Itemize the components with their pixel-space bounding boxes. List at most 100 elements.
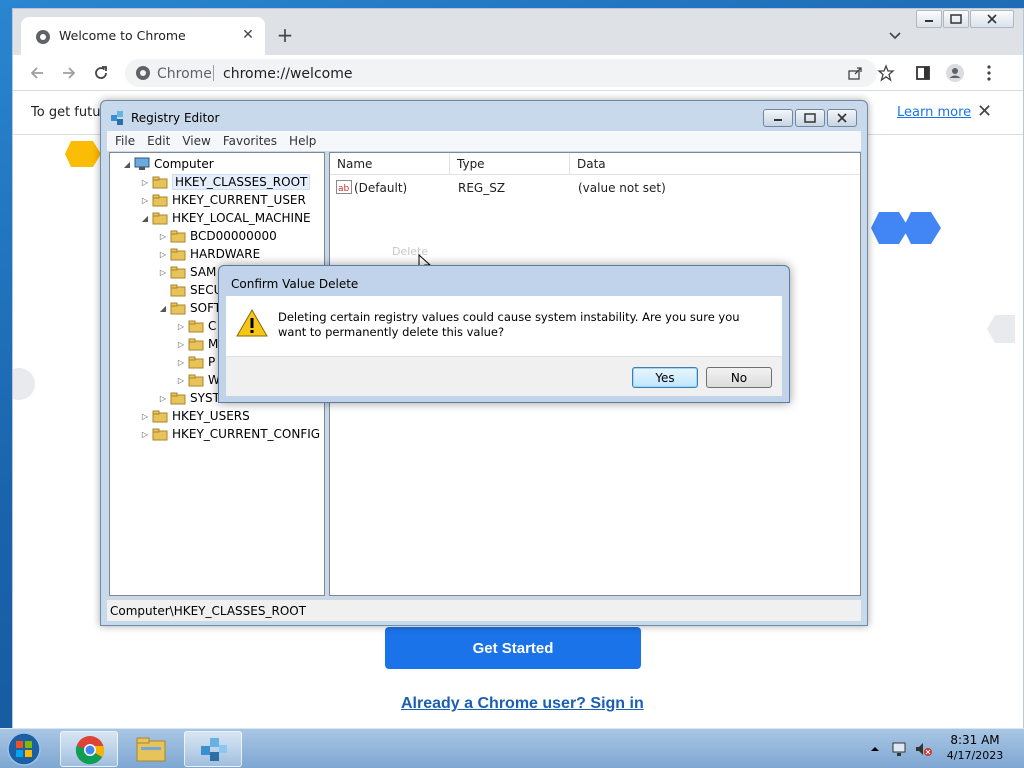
decorative-shape-gray-icon: [987, 315, 1015, 343]
minimize-button[interactable]: [916, 10, 942, 28]
close-window-button[interactable]: [970, 10, 1014, 28]
maximize-icon: [804, 113, 816, 123]
taskbar-regedit-button[interactable]: [184, 731, 242, 767]
tree-node[interactable]: ▷ HKEY_CURRENT_USER: [140, 191, 306, 209]
tree-node[interactable]: ▷ C: [176, 317, 216, 335]
get-started-button[interactable]: Get Started: [385, 627, 641, 669]
tab-search-chevron-icon[interactable]: [887, 27, 903, 43]
start-button-windows-icon[interactable]: [6, 731, 42, 767]
restore-icon: [950, 14, 962, 24]
tree-expand-icon[interactable]: ▷: [176, 340, 186, 349]
omnibox-origin: Chrome: [157, 66, 212, 82]
tree-node[interactable]: ▷ M: [176, 335, 218, 353]
menu-help[interactable]: Help: [289, 134, 316, 148]
profile-avatar-icon[interactable]: [945, 63, 965, 83]
svg-text:ab: ab: [338, 184, 350, 194]
tree-node-label: P: [208, 355, 216, 369]
tree-node[interactable]: ▷ BCD00000000: [158, 227, 277, 245]
bookmark-star-icon[interactable]: [877, 64, 895, 82]
tree-expand-icon[interactable]: ▷: [158, 232, 168, 241]
regedit-window-controls: [761, 109, 857, 127]
menu-edit[interactable]: Edit: [147, 134, 170, 148]
infobar-close-icon[interactable]: ✕: [977, 101, 992, 122]
tree-expand-icon[interactable]: ▷: [158, 394, 168, 403]
reload-icon[interactable]: [91, 63, 111, 83]
tree-node-label: BCD00000000: [190, 229, 277, 243]
tree-expand-icon[interactable]: ▷: [140, 178, 150, 187]
tree-expand-icon[interactable]: ▷: [158, 250, 168, 259]
tree-expand-icon[interactable]: ▷: [158, 268, 168, 277]
registry-editor-icon: [111, 111, 123, 125]
tree-node[interactable]: ▷ HKEY_USERS: [140, 407, 250, 425]
column-header-type[interactable]: Type: [450, 153, 570, 175]
column-header-data[interactable]: Data: [570, 153, 860, 175]
tree-node-label: SYST: [190, 391, 220, 405]
chrome-menu-kebab-icon[interactable]: [979, 63, 999, 83]
tree-node[interactable]: SECU: [158, 281, 222, 299]
restore-button[interactable]: [943, 10, 969, 28]
tree-collapse-icon[interactable]: ◢: [158, 304, 168, 313]
menu-favorites[interactable]: Favorites: [223, 134, 277, 148]
tree-node[interactable]: ▷ SYST: [158, 389, 220, 407]
tree-expand-icon[interactable]: ▷: [176, 322, 186, 331]
regedit-minimize-button[interactable]: [763, 109, 793, 127]
taskbar-chrome-button[interactable]: [60, 731, 118, 767]
taskbar-clock[interactable]: 8:31 AM 4/17/2023: [940, 733, 1010, 763]
regedit-menubar: File Edit View Favorites Help: [107, 131, 861, 151]
menu-view[interactable]: View: [182, 134, 210, 148]
tree-node[interactable]: ▷ HKEY_CURRENT_CONFIG: [140, 425, 320, 443]
sign-in-link[interactable]: Already a Chrome user? Sign in: [401, 695, 644, 713]
dialog-body: Deleting certain registry values could c…: [226, 296, 782, 356]
tree-node-label: HARDWARE: [190, 247, 261, 261]
side-panel-icon[interactable]: [913, 63, 933, 83]
tree-node[interactable]: ▷ HARDWARE: [158, 245, 260, 263]
tree-node-label: HKEY_CLASSES_ROOT: [172, 174, 311, 190]
tree-expand-icon[interactable]: ▷: [176, 358, 186, 367]
tree-expand-icon[interactable]: ▷: [140, 412, 150, 421]
value-type: REG_SZ: [458, 181, 506, 195]
tree-node[interactable]: ◢ Computer: [122, 155, 214, 173]
folder-icon: [170, 302, 186, 315]
dialog-message: Deleting certain registry values could c…: [278, 310, 740, 339]
folder-icon: [170, 248, 186, 261]
omnibox[interactable]: Chrome chrome://welcome: [125, 59, 895, 87]
taskbar-explorer-button[interactable]: [122, 731, 180, 767]
folder-icon: [188, 338, 204, 351]
tree-node[interactable]: ▷ P: [176, 353, 215, 371]
yes-button[interactable]: Yes: [632, 367, 698, 388]
tree-node[interactable]: ◢ HKEY_LOCAL_MACHINE: [140, 209, 311, 227]
new-tab-plus-icon[interactable]: +: [275, 25, 295, 45]
column-header-name[interactable]: Name: [330, 153, 450, 175]
back-arrow-icon[interactable]: [27, 63, 47, 83]
close-window-icon: [987, 14, 997, 24]
folder-icon: [170, 284, 186, 297]
network-icon[interactable]: [890, 740, 910, 758]
taskbar: 8:31 AM 4/17/2023: [0, 728, 1024, 768]
tree-expand-icon[interactable]: ▷: [176, 376, 186, 385]
regedit-maximize-button[interactable]: [795, 109, 825, 127]
volume-muted-icon[interactable]: [914, 740, 934, 758]
tree-node[interactable]: ◢ SOFT: [158, 299, 221, 317]
decorative-hexagon-yellow-icon: [65, 141, 101, 167]
menu-file[interactable]: File: [115, 134, 135, 148]
tree-node[interactable]: ▷ W: [176, 371, 220, 389]
share-icon[interactable]: [847, 65, 863, 81]
tree-expand-icon[interactable]: ▷: [140, 430, 150, 439]
forward-arrow-icon[interactable]: [59, 63, 79, 83]
tree-collapse-icon[interactable]: ◢: [122, 160, 132, 169]
learn-more-link[interactable]: Learn more: [897, 105, 971, 120]
tree-collapse-icon[interactable]: ◢: [140, 214, 150, 223]
tree-node[interactable]: ▷ SAM: [158, 263, 216, 281]
tab-close-icon[interactable]: ✕: [239, 26, 257, 44]
tab-strip: Welcome to Chrome ✕ +: [13, 9, 1023, 55]
show-hidden-icons-icon[interactable]: [870, 744, 880, 754]
folder-icon: [152, 194, 168, 207]
tab-welcome[interactable]: Welcome to Chrome ✕: [21, 17, 265, 55]
tree-node[interactable]: ▷ HKEY_CLASSES_ROOT: [140, 173, 311, 191]
no-button[interactable]: No: [706, 367, 772, 388]
regedit-close-button[interactable]: [827, 109, 857, 127]
value-row[interactable]: ab (Default) REG_SZ (value not set): [330, 179, 860, 197]
clock-date: 4/17/2023: [946, 749, 1004, 762]
tree-expand-icon[interactable]: ▷: [140, 196, 150, 205]
folder-icon: [170, 230, 186, 243]
